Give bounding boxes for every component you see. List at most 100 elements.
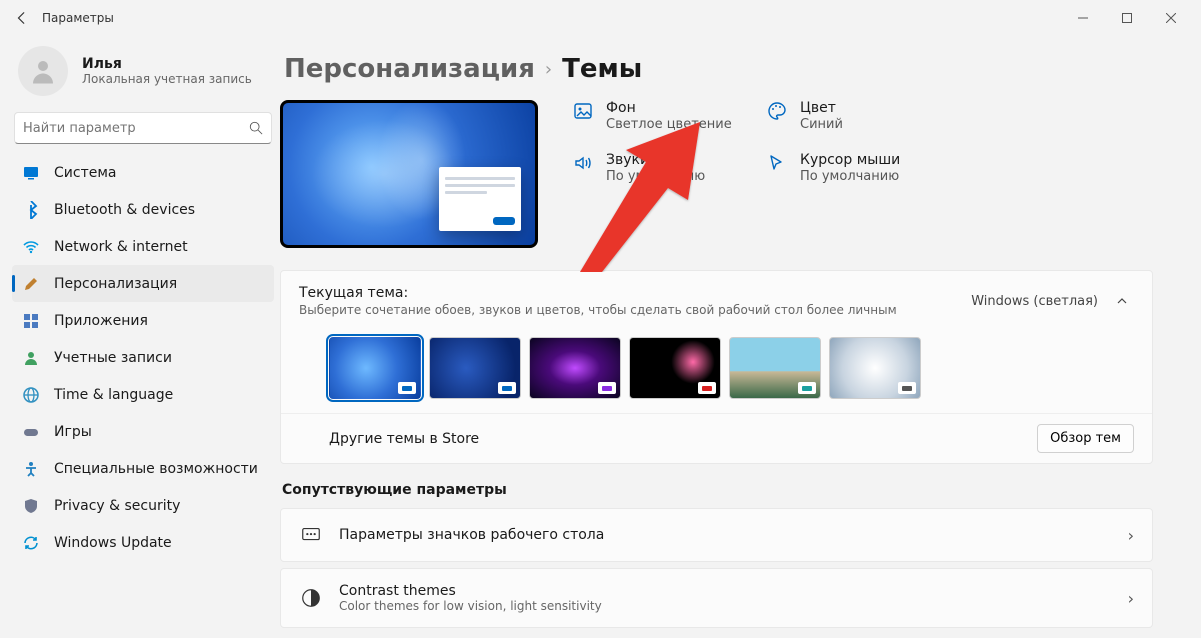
sidebar-item-5[interactable]: Учетные записи [12, 339, 274, 376]
related-title: Сопутствующие параметры [282, 482, 1153, 498]
sidebar-item-label: Bluetooth & devices [54, 202, 195, 218]
chevron-right-icon: › [545, 59, 552, 80]
sidebar-item-label: Network & internet [54, 239, 188, 255]
quick-title: Звуки [606, 152, 705, 169]
sidebar-item-0[interactable]: Система [12, 154, 274, 191]
search-box[interactable] [14, 112, 272, 144]
chevron-right-icon: › [1128, 589, 1134, 608]
quick-settings: ФонСветлое цветениеЦветСинийЗвукиПо умол… [572, 100, 936, 184]
theme-preview [280, 100, 538, 248]
profile-sub: Локальная учетная запись [82, 72, 252, 86]
sidebar-item-2[interactable]: Network & internet [12, 228, 274, 265]
chevron-up-icon [1116, 295, 1128, 307]
current-theme-card: Текущая тема: Выберите сочетание обоев, … [280, 270, 1153, 464]
row-title: Параметры значков рабочего стола [339, 527, 604, 543]
sidebar-item-label: Приложения [54, 313, 148, 329]
profile-block[interactable]: Илья Локальная учетная запись [10, 42, 276, 108]
theme-options [281, 323, 1152, 413]
quick-palette[interactable]: ЦветСиний [766, 100, 936, 132]
quick-title: Курсор мыши [800, 152, 900, 169]
sidebar-item-7[interactable]: Игры [12, 413, 274, 450]
maximize-icon [1122, 13, 1132, 23]
shield-icon [22, 497, 40, 515]
current-theme-title: Текущая тема: [299, 285, 897, 301]
breadcrumb-current: Темы [562, 54, 642, 84]
search-input[interactable] [23, 121, 249, 136]
sidebar-item-label: Privacy & security [54, 498, 180, 514]
theme-option-3[interactable] [529, 337, 621, 399]
app-title: Параметры [42, 11, 114, 25]
desktop-icons-icon [299, 523, 323, 547]
current-theme-name: Windows (светлая) [971, 294, 1098, 309]
sidebar-item-label: Специальные возможности [54, 461, 258, 477]
sidebar-item-3[interactable]: Персонализация [12, 265, 274, 302]
sidebar: Илья Локальная учетная запись Система Blu… [0, 36, 280, 638]
minimize-button[interactable] [1061, 2, 1105, 34]
minimize-icon [1078, 13, 1088, 23]
sidebar-item-6[interactable]: Time & language [12, 376, 274, 413]
contrast-icon [299, 586, 323, 610]
sidebar-item-8[interactable]: Специальные возможности [12, 450, 274, 487]
store-link-label: Другие темы в Store [329, 431, 479, 447]
sidebar-item-4[interactable]: Приложения [12, 302, 274, 339]
person-silhouette-icon [28, 56, 58, 86]
close-button[interactable] [1149, 2, 1193, 34]
quick-sub: Синий [800, 117, 843, 132]
theme-option-2[interactable] [429, 337, 521, 399]
theme-option-5[interactable] [729, 337, 821, 399]
sound-icon [572, 152, 594, 174]
accessibility-icon [22, 460, 40, 478]
wifi-icon [22, 238, 40, 256]
avatar [18, 46, 68, 96]
theme-option-1[interactable] [329, 337, 421, 399]
globe-icon [22, 386, 40, 404]
sidebar-item-label: Система [54, 165, 116, 181]
collapse-button[interactable] [1110, 289, 1134, 313]
row-sub: Color themes for low vision, light sensi… [339, 599, 602, 613]
contrast-themes-row[interactable]: Contrast themes Color themes for low vis… [280, 568, 1153, 628]
quick-cursor[interactable]: Курсор мышиПо умолчанию [766, 152, 936, 184]
browse-themes-button[interactable]: Обзор тем [1037, 424, 1134, 453]
palette-icon [766, 100, 788, 122]
sidebar-item-10[interactable]: Windows Update [12, 524, 274, 561]
chevron-right-icon: › [1128, 526, 1134, 545]
sidebar-item-9[interactable]: Privacy & security [12, 487, 274, 524]
content: Персонализация › Темы ФонСветлое цветени… [280, 36, 1201, 638]
person-icon [22, 349, 40, 367]
sidebar-item-label: Time & language [54, 387, 173, 403]
update-icon [22, 534, 40, 552]
quick-sub: По умолчанию [606, 169, 705, 184]
quick-image[interactable]: ФонСветлое цветение [572, 100, 752, 132]
preview-window [439, 167, 521, 231]
sidebar-item-label: Учетные записи [54, 350, 172, 366]
quick-sub: По умолчанию [800, 169, 900, 184]
nav-list: Система Bluetooth & devices Network & inte… [10, 154, 276, 561]
theme-option-6[interactable] [829, 337, 921, 399]
sidebar-item-label: Игры [54, 424, 92, 440]
row-title: Contrast themes [339, 583, 602, 599]
quick-sound[interactable]: ЗвукиПо умолчанию [572, 152, 752, 184]
bluetooth-icon [22, 201, 40, 219]
arrow-left-icon [15, 11, 29, 25]
quick-sub: Светлое цветение [606, 117, 732, 132]
current-theme-sub: Выберите сочетание обоев, звуков и цвето… [299, 303, 897, 317]
cursor-icon [766, 152, 788, 174]
window-controls [1061, 2, 1193, 34]
quick-title: Фон [606, 100, 732, 117]
breadcrumb-parent[interactable]: Персонализация [284, 54, 535, 84]
desktop-icon-settings-row[interactable]: Параметры значков рабочего стола › [280, 508, 1153, 562]
maximize-button[interactable] [1105, 2, 1149, 34]
gamepad-icon [22, 423, 40, 441]
display-icon [22, 164, 40, 182]
image-icon [572, 100, 594, 122]
back-button[interactable] [8, 4, 36, 32]
apps-icon [22, 312, 40, 330]
brush-icon [22, 275, 40, 293]
search-icon [249, 121, 263, 135]
theme-option-4[interactable] [629, 337, 721, 399]
quick-title: Цвет [800, 100, 843, 117]
sidebar-item-label: Персонализация [54, 276, 177, 292]
close-icon [1166, 13, 1176, 23]
titlebar: Параметры [0, 0, 1201, 36]
sidebar-item-1[interactable]: Bluetooth & devices [12, 191, 274, 228]
